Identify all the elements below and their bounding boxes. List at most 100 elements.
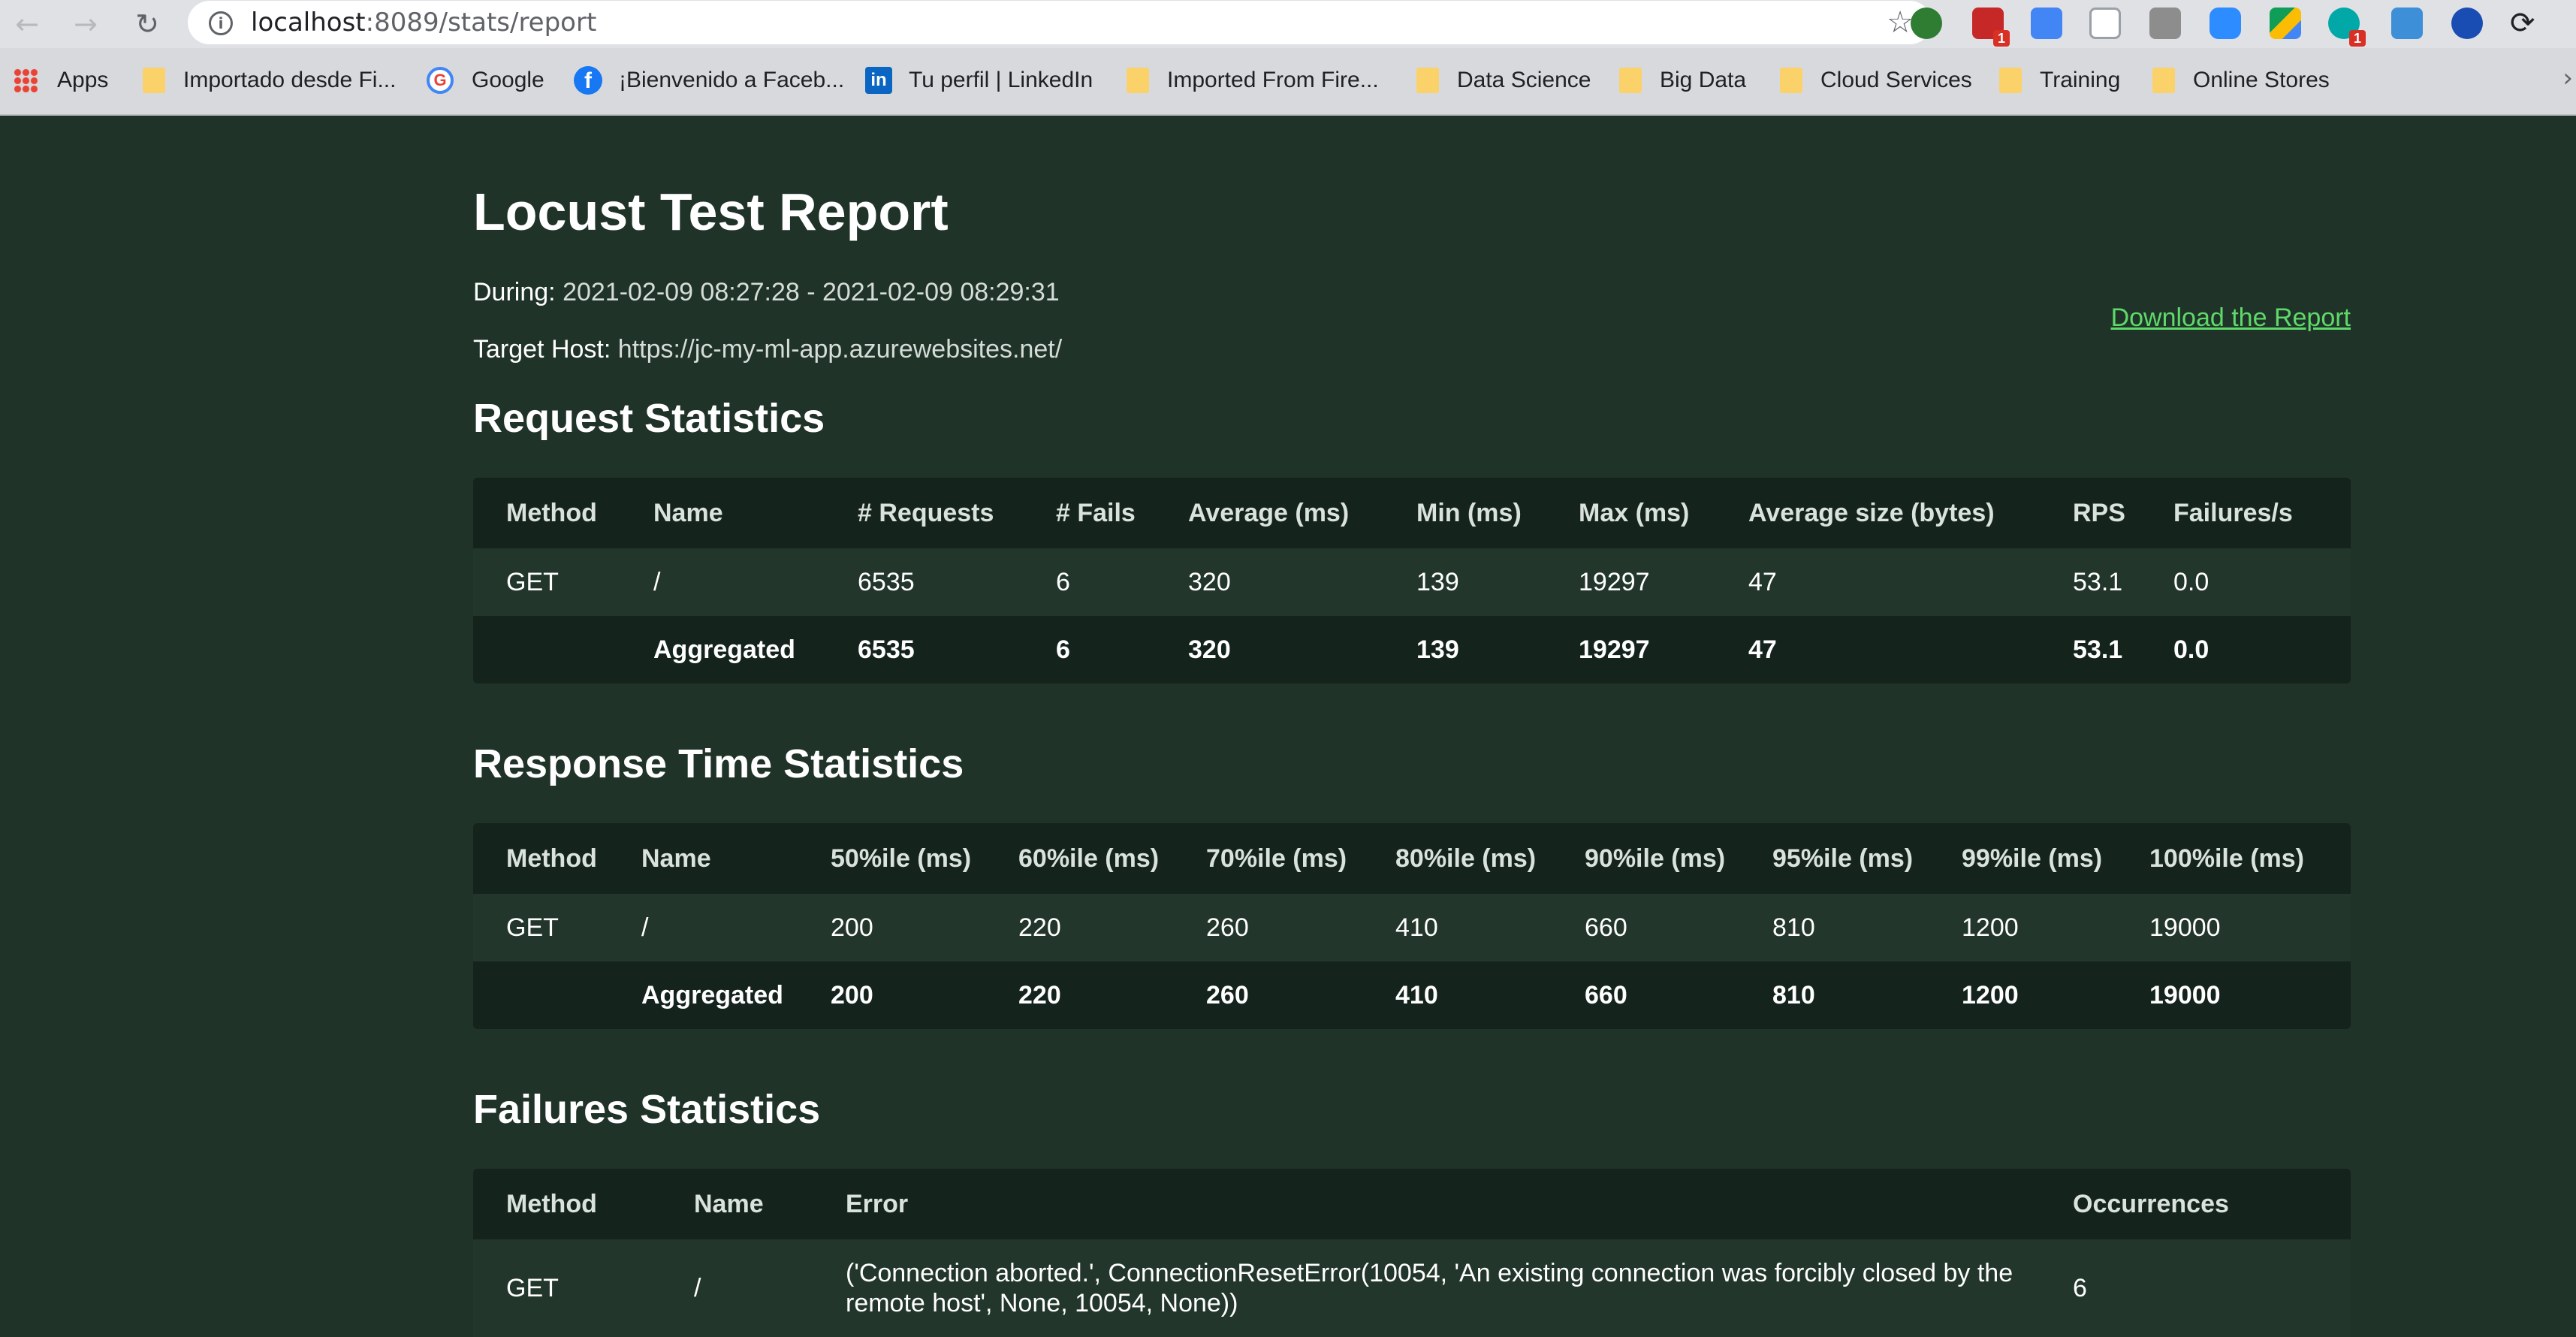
bookmark-data-science[interactable]: Data Science: [1416, 63, 1591, 98]
table-cell: /: [641, 913, 649, 942]
table-cell: Aggregated: [641, 980, 783, 1010]
bookmark-label: Big Data: [1660, 68, 1747, 92]
more-bookmarks-chevron-icon[interactable]: ›: [2562, 63, 2573, 93]
table-cell: 260: [1206, 980, 1249, 1010]
url-text[interactable]: localhost:8089/stats/report: [251, 7, 596, 38]
bookmark-label: Imported From Fire...: [1167, 68, 1379, 92]
bookmark-label: ¡Bienvenido a Faceb...: [619, 68, 845, 92]
site-info-icon[interactable]: i: [209, 11, 233, 35]
table-cell: 53.1: [2073, 635, 2123, 664]
table-cell: 19297: [1579, 635, 1650, 664]
bookmark-label: Training: [2040, 68, 2121, 92]
extension-globe-icon[interactable]: [1911, 8, 1942, 39]
bookmark-label: Google: [472, 68, 544, 92]
bookmark-linkedin[interactable]: in Tu perfil | LinkedIn: [865, 63, 1093, 98]
header-cell: 60%ile (ms): [1018, 844, 1160, 873]
error-message-cell: ('Connection aborted.', ConnectionResetE…: [846, 1259, 2013, 1317]
table-header-row: Method Name 50%ile (ms) 60%ile (ms) 70%i…: [473, 823, 2351, 894]
table-cell: 0.0: [2173, 635, 2210, 664]
sync-icon[interactable]: ⟳: [2510, 5, 2535, 42]
header-cell: 90%ile (ms): [1585, 844, 1726, 873]
google-translate-icon[interactable]: [2031, 8, 2062, 39]
reload-icon[interactable]: ↻: [128, 5, 167, 44]
bookmark-label: Data Science: [1457, 68, 1591, 92]
download-report-link[interactable]: Download the Report: [2111, 303, 2351, 333]
bookmark-label: Tu perfil | LinkedIn: [909, 68, 1093, 92]
failure-stats-title: Failures Statistics: [473, 1087, 821, 1132]
test-duration: During: 2021-02-09 08:27:28 - 2021-02-09…: [473, 278, 1060, 307]
request-stats-title: Request Statistics: [473, 396, 825, 441]
table-cell: GET: [506, 1273, 559, 1302]
folder-icon: [1619, 68, 1642, 93]
header-cell: Occurrences: [2073, 1189, 2229, 1218]
bookmark-google[interactable]: G Google: [427, 63, 544, 98]
table-cell: 810: [1772, 980, 1815, 1010]
bookmark-imported-firefox[interactable]: Imported From Fire...: [1127, 63, 1379, 98]
table-cell: 660: [1585, 980, 1627, 1010]
bookmark-label: Online Stores: [2193, 68, 2330, 92]
table-cell: 1200: [1962, 980, 2019, 1010]
bookmark-cloud-services[interactable]: Cloud Services: [1780, 63, 1972, 98]
url-host: localhost: [251, 8, 366, 38]
table-cell: 6535: [858, 567, 915, 596]
table-cell: 19297: [1579, 567, 1650, 596]
apps-grid-icon: [14, 68, 38, 92]
table-cell: Aggregated: [653, 635, 795, 664]
bookmark-online-stores[interactable]: Online Stores: [2152, 63, 2330, 98]
bookmark-big-data[interactable]: Big Data: [1619, 63, 1746, 98]
header-cell: 70%ile (ms): [1206, 844, 1347, 873]
table-cell: 6: [2073, 1273, 2087, 1302]
extension-a-icon[interactable]: 1: [2328, 8, 2366, 47]
folder-icon: [1127, 68, 1149, 93]
bookmarks-bar: Apps Importado desde Fi... G Google f ¡B…: [0, 48, 2576, 116]
header-cell: Max (ms): [1579, 498, 1690, 527]
table-cell: 260: [1206, 913, 1249, 942]
table-cell: 410: [1395, 913, 1438, 942]
header-cell: Name: [694, 1189, 764, 1218]
bookmark-star-icon[interactable]: ☆: [1887, 4, 1914, 41]
malwarebytes-icon[interactable]: [2451, 8, 2483, 39]
bookmark-apps[interactable]: Apps: [14, 63, 108, 98]
bookmark-facebook[interactable]: f ¡Bienvenido a Faceb...: [574, 63, 844, 98]
extension-bulb-icon[interactable]: [2089, 8, 2121, 39]
table-row: GET / ('Connection aborted.', Connection…: [473, 1239, 2351, 1337]
failure-stats-table: Method Name Error Occurrences GET / ('Co…: [473, 1169, 2351, 1337]
header-cell: Failures/s: [2173, 498, 2293, 527]
address-bar[interactable]: i localhost:8089/stats/report ☆: [188, 1, 1932, 44]
back-arrow-icon[interactable]: ←: [8, 5, 47, 44]
forward-arrow-icon[interactable]: →: [66, 5, 105, 44]
bookmark-label: Importado desde Fi...: [183, 68, 397, 92]
table-cell: 220: [1018, 913, 1061, 942]
extension-badge: 1: [1993, 30, 2010, 47]
google-drive-icon[interactable]: [2270, 8, 2301, 39]
table-cell: 220: [1018, 980, 1061, 1010]
extension-badge: 1: [2349, 30, 2366, 47]
header-cell: Min (ms): [1416, 498, 1522, 527]
browser-toolbar: ← → ↻ i localhost:8089/stats/report ☆ 1 …: [0, 0, 2576, 48]
folder-icon: [143, 68, 165, 93]
during-value: 2021-02-09 08:27:28 - 2021-02-09 08:29:3…: [563, 278, 1060, 306]
table-cell: 19000: [2149, 980, 2221, 1010]
bookmark-importado[interactable]: Importado desde Fi...: [143, 63, 396, 98]
table-cell: GET: [506, 567, 559, 596]
extension-window-icon[interactable]: [2391, 8, 2423, 39]
host-value: https://jc-my-ml-app.azurewebsites.net/: [617, 335, 1063, 364]
header-cell: 99%ile (ms): [1962, 844, 2103, 873]
header-cell: RPS: [2073, 498, 2125, 527]
target-host: Target Host: https://jc-my-ml-app.azurew…: [473, 335, 1062, 364]
extension-cafe-icon[interactable]: [2149, 8, 2181, 39]
bookmark-label: Cloud Services: [1820, 68, 1972, 92]
header-cell: # Requests: [858, 498, 994, 527]
table-cell: 810: [1772, 913, 1815, 942]
zoom-video-icon[interactable]: [2210, 8, 2241, 39]
extension-calendar-icon[interactable]: 1: [1972, 8, 2010, 47]
table-cell: 200: [831, 980, 873, 1010]
request-stats-table: Method Name # Requests # Fails Average (…: [473, 478, 2351, 684]
table-cell: 139: [1416, 567, 1459, 596]
table-cell: 0.0: [2173, 567, 2210, 596]
url-path: :8089/stats/report: [365, 8, 597, 38]
header-cell: 100%ile (ms): [2149, 844, 2304, 873]
table-row: GET / 6535 6 320 139 19297 47 53.1 0.0: [473, 548, 2351, 616]
bookmark-training[interactable]: Training: [1999, 63, 2120, 98]
header-cell: Average (ms): [1188, 498, 1350, 527]
